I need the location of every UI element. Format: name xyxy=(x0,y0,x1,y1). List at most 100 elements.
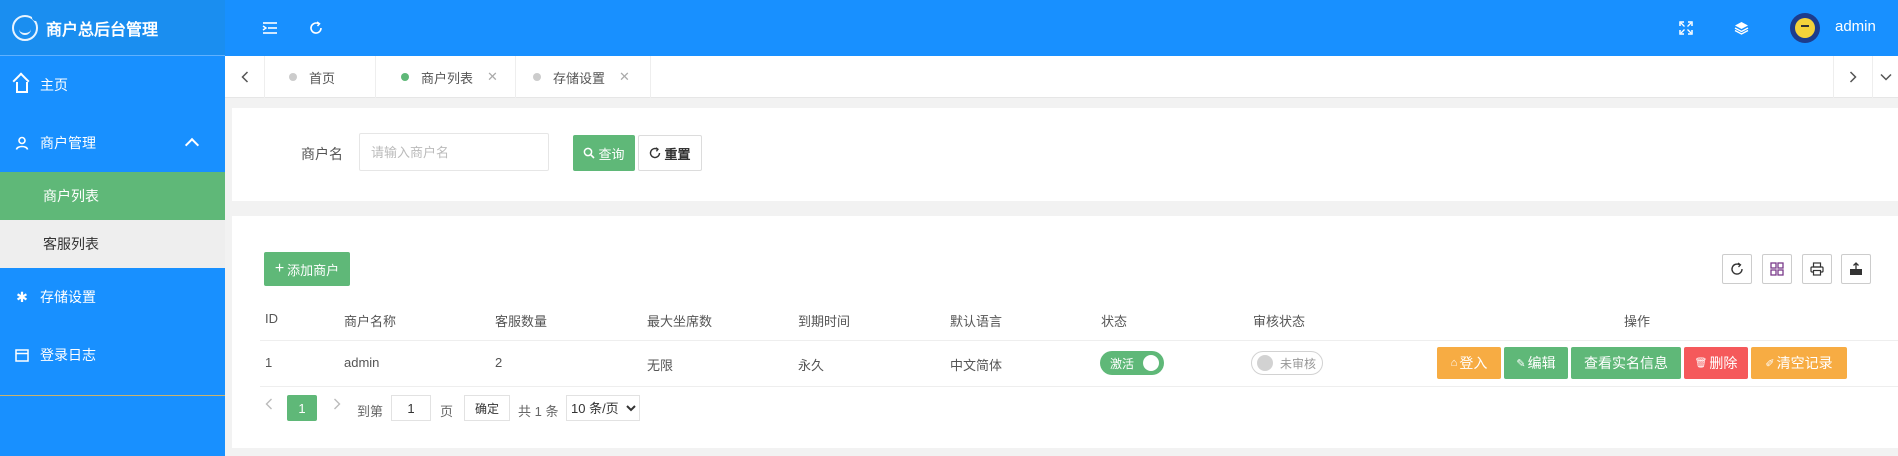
user-icon xyxy=(14,136,30,150)
clear-records-button[interactable]: ✐ 清空记录 xyxy=(1751,347,1847,379)
goto-label: 到第 xyxy=(357,404,384,419)
sidebar-item-label: 主页 xyxy=(40,77,68,93)
tab-home[interactable]: 首页 xyxy=(289,56,376,98)
sidebar-item-login-log[interactable]: 登录日志 xyxy=(0,326,225,384)
tab-dot xyxy=(289,73,297,81)
query-button-label: 查询 xyxy=(598,146,625,162)
cell-name: admin xyxy=(344,355,380,370)
layers-icon[interactable] xyxy=(1731,18,1751,38)
toggle-knob xyxy=(1143,355,1159,371)
sidebar-item-storage-settings[interactable]: ✱ 存储设置 xyxy=(0,268,225,326)
cell-id: 1 xyxy=(265,355,273,370)
view-identity-label: 查看实名信息 xyxy=(1584,355,1668,371)
sidebar-item-label: 存储设置 xyxy=(40,289,96,305)
table-divider xyxy=(260,340,1898,341)
export-icon[interactable] xyxy=(1841,254,1871,284)
tab-bar: 首页 商户列表 ✕ 存储设置 ✕ xyxy=(225,56,1898,98)
col-header-language: 默认语言 xyxy=(950,314,1003,329)
chevron-down-icon[interactable] xyxy=(1873,56,1898,98)
smile-logo-icon xyxy=(12,13,39,41)
lock-icon: ⌂ xyxy=(1450,357,1458,369)
sidebar: 商户总后台管理 主页 商户管理 商户列表 客服列表 ✱ 存储设置 登录日志 xyxy=(0,0,225,456)
col-header-agents: 客服数量 xyxy=(495,314,548,329)
col-header-status: 状态 xyxy=(1101,314,1128,329)
tab-dot-active xyxy=(401,73,409,81)
cell-max-seats: 无限 xyxy=(647,358,674,373)
goto-page-input[interactable] xyxy=(391,395,431,421)
add-merchant-label: 添加商户 xyxy=(287,262,340,278)
username-label[interactable]: admin xyxy=(1835,18,1876,35)
sidebar-subitem-agent-list[interactable]: 客服列表 xyxy=(0,220,225,268)
chevron-left-icon[interactable] xyxy=(225,56,265,98)
sidebar-item-label: 登录日志 xyxy=(40,347,96,363)
add-merchant-button[interactable]: + 添加商户 xyxy=(264,252,350,286)
delete-button[interactable]: 🗑 删除 xyxy=(1684,347,1748,379)
tab-merchant-list[interactable]: 商户列表 ✕ xyxy=(376,56,516,98)
search-icon xyxy=(584,147,596,159)
gear-icon: ✱ xyxy=(16,288,28,305)
login-button-label: 登入 xyxy=(1459,355,1488,371)
reset-button-label: 重置 xyxy=(664,146,691,162)
refresh-icon[interactable] xyxy=(306,18,326,38)
chevron-right-icon[interactable] xyxy=(1833,56,1873,98)
tab-label: 存储设置 xyxy=(553,70,606,86)
columns-icon[interactable] xyxy=(1762,254,1792,284)
sidebar-subitem-merchant-list[interactable]: 商户列表 xyxy=(0,172,225,220)
sidebar-item-label: 商户管理 xyxy=(40,135,96,151)
login-button[interactable]: ⌂ 登入 xyxy=(1437,347,1501,379)
sidebar-item-merchant-management[interactable]: 商户管理 xyxy=(0,114,225,172)
cell-expiry: 永久 xyxy=(798,358,825,373)
merchant-name-label: 商户名 xyxy=(301,146,343,162)
view-identity-button[interactable]: 查看实名信息 xyxy=(1571,347,1681,379)
top-header: admin xyxy=(225,0,1898,56)
table-panel: + 添加商户 ID 商户名称 客服数量 最大坐席数 到期时间 默认语言 状态 审… xyxy=(232,216,1898,448)
tab-dot xyxy=(533,73,541,81)
review-toggle[interactable]: 未审核 xyxy=(1251,351,1323,375)
edit-icon: ✎ xyxy=(1516,357,1526,370)
close-icon[interactable]: ✕ xyxy=(619,69,630,85)
review-toggle-label: 未审核 xyxy=(1280,356,1317,371)
status-toggle-label: 激活 xyxy=(1110,356,1135,371)
page-size-select[interactable]: 10 条/页 xyxy=(566,395,640,421)
edit-button[interactable]: ✎ 编辑 xyxy=(1504,347,1568,379)
col-header-actions: 操作 xyxy=(1624,314,1651,329)
col-header-id: ID xyxy=(265,311,278,326)
fullscreen-icon[interactable] xyxy=(1676,18,1696,38)
toggle-knob xyxy=(1257,355,1273,371)
goto-confirm-button[interactable]: 确定 xyxy=(464,395,510,421)
sidebar-divider xyxy=(0,395,225,396)
chevron-up-icon xyxy=(184,137,200,153)
plus-icon: + xyxy=(274,260,285,277)
home-icon xyxy=(14,78,30,93)
close-icon[interactable]: ✕ xyxy=(487,69,498,85)
query-button[interactable]: 查询 xyxy=(573,135,635,171)
col-header-max-seats: 最大坐席数 xyxy=(647,314,713,329)
sidebar-item-home[interactable]: 主页 xyxy=(0,56,225,114)
tab-storage-settings[interactable]: 存储设置 ✕ xyxy=(516,56,651,98)
cell-agents: 2 xyxy=(495,355,503,370)
merchant-name-input[interactable] xyxy=(359,133,549,171)
cell-language: 中文简体 xyxy=(950,358,1003,373)
col-header-expiry: 到期时间 xyxy=(798,314,851,329)
delete-button-label: 删除 xyxy=(1709,355,1738,371)
tab-label: 商户列表 xyxy=(421,70,474,86)
table-divider xyxy=(260,386,1898,387)
edit-button-label: 编辑 xyxy=(1527,355,1556,371)
next-page-icon[interactable] xyxy=(333,397,341,413)
status-toggle[interactable]: 激活 xyxy=(1100,351,1164,375)
logo: 商户总后台管理 xyxy=(0,0,225,56)
total-count-label: 共 1 条 xyxy=(518,404,559,419)
refresh-table-icon[interactable] xyxy=(1722,254,1752,284)
menu-toggle-icon[interactable] xyxy=(260,18,280,38)
trash-icon: 🗑 xyxy=(1694,357,1708,369)
avatar[interactable] xyxy=(1790,13,1820,43)
prev-page-icon[interactable] xyxy=(265,397,273,413)
col-header-review: 审核状态 xyxy=(1253,314,1306,329)
calendar-icon xyxy=(14,348,30,362)
tab-label: 首页 xyxy=(309,70,336,86)
current-page-button[interactable]: 1 xyxy=(287,395,317,421)
reset-button[interactable]: 重置 xyxy=(638,135,702,171)
page-unit-label: 页 xyxy=(440,404,454,419)
print-icon[interactable] xyxy=(1802,254,1832,284)
search-panel: 商户名 查询 重置 xyxy=(232,108,1898,201)
